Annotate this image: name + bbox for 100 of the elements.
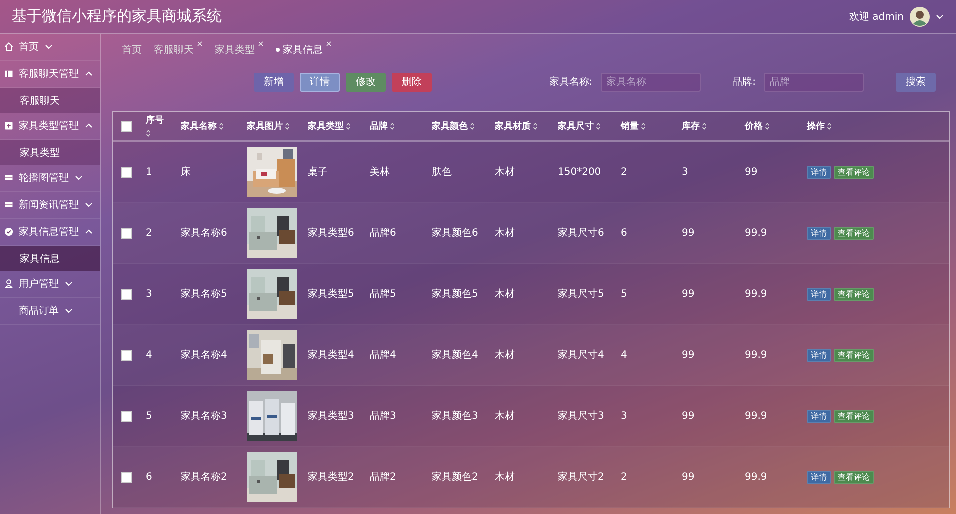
sidebar-item[interactable]: 用户管理 — [0, 271, 100, 298]
table-cell-text: 木材 — [495, 288, 515, 301]
sort-icon[interactable] — [219, 122, 224, 130]
search-field[interactable]: 品牌 — [764, 72, 864, 92]
sort-icon[interactable] — [390, 122, 395, 130]
view-comments-button[interactable]: 查看评论 — [834, 288, 874, 300]
table-cell-text: 家具类型5 — [308, 288, 354, 301]
column-header: 操作 — [807, 120, 825, 132]
table-cell-text: 木材 — [495, 470, 515, 484]
sort-icon[interactable] — [470, 122, 475, 130]
table-cell-text: 家具尺寸4 — [558, 348, 604, 362]
column-header: 销量 — [621, 120, 639, 132]
table-cell-text: 家具名称6 — [181, 226, 228, 240]
view-comments-button[interactable]: 查看评论 — [834, 348, 874, 362]
edit-button[interactable]: 修改 — [346, 72, 386, 92]
column-header: 库存 — [682, 120, 700, 132]
table-cell: 5 — [146, 410, 152, 422]
tab[interactable]: 首页 — [122, 43, 142, 57]
table-cell-text: 木材 — [495, 348, 515, 362]
add-button[interactable]: 新增 — [254, 72, 294, 92]
table-cell-text: 品牌3 — [370, 410, 396, 423]
checkbox[interactable] — [121, 472, 132, 482]
table-cell: 4 — [621, 350, 628, 360]
sort-icon[interactable] — [765, 122, 770, 130]
view-comments-button[interactable]: 查看评论 — [834, 166, 874, 178]
checkbox[interactable] — [121, 228, 132, 238]
column-header: 家具类型 — [308, 120, 344, 132]
search-button[interactable]: 搜索 — [896, 72, 936, 92]
sort-icon[interactable] — [146, 129, 151, 138]
table-cell: 1 — [146, 166, 152, 178]
view-comments-button[interactable]: 查看评论 — [834, 410, 874, 422]
sidebar-subitem[interactable]: 家具类型 — [0, 140, 100, 165]
chevron-down-icon[interactable] — [936, 12, 944, 20]
column-header: 家具尺寸 — [558, 120, 594, 132]
detail-button[interactable]: 详情 — [807, 410, 831, 422]
table-cell-text: 品牌2 — [370, 471, 396, 484]
column-header: 序号 — [146, 114, 164, 127]
table-cell: 5 — [621, 288, 628, 300]
sidebar-item[interactable]: 客服聊天管理 — [0, 61, 100, 88]
table-cell: 99.9 — [745, 228, 768, 238]
sidebar-item[interactable]: 首页 — [0, 34, 100, 61]
table-cell-text: 家具尺寸6 — [558, 226, 604, 240]
detail-button[interactable]: 详情 — [807, 470, 831, 484]
view-comments-button[interactable]: 查看评论 — [834, 226, 874, 240]
checkbox[interactable] — [121, 288, 132, 300]
tab[interactable]: 家具类型 — [215, 43, 264, 57]
table-cell: 4 — [146, 350, 152, 360]
delete-button[interactable]: 删除 — [392, 72, 432, 92]
menu-icon — [4, 200, 14, 210]
tab[interactable]: 家具信息 — [276, 43, 332, 57]
sidebar-item[interactable]: 商品订单 — [0, 298, 100, 325]
table-cell-text: 家具尺寸2 — [558, 470, 604, 484]
sort-icon[interactable] — [596, 122, 601, 130]
checkbox[interactable] — [121, 410, 132, 422]
sidebar-item[interactable]: 新闻资讯管理 — [0, 192, 100, 219]
table-cell-text: 家具名称4 — [181, 348, 228, 362]
close-icon[interactable] — [197, 41, 203, 47]
table-cell-text: 家具颜色2 — [432, 470, 478, 484]
checkbox[interactable] — [121, 166, 132, 178]
table-cell: 99 — [682, 472, 695, 482]
sort-icon[interactable] — [702, 122, 707, 130]
table-cell-text: 家具类型3 — [308, 410, 354, 423]
detail-button[interactable]: 详情 — [807, 166, 831, 178]
table-cell: 99 — [745, 166, 758, 178]
table-cell-text: 木材 — [495, 410, 515, 423]
filter-label: 家具名称: — [549, 76, 593, 89]
sidebar-subitem[interactable]: 客服聊天 — [0, 88, 100, 113]
sidebar-item[interactable]: 轮播图管理 — [0, 165, 100, 192]
table-cell-text: 床 — [181, 166, 191, 179]
close-icon[interactable] — [258, 41, 264, 47]
detail-button[interactable]: 详情 — [300, 72, 340, 92]
table-cell: 2 — [621, 166, 628, 178]
view-comments-button[interactable]: 查看评论 — [834, 470, 874, 484]
sort-icon[interactable] — [827, 122, 832, 130]
sidebar-subitem[interactable]: 家具信息 — [0, 246, 100, 271]
table-cell-text: 家具名称2 — [181, 470, 228, 484]
menu-icon — [4, 42, 14, 52]
sort-icon[interactable] — [285, 122, 290, 130]
table-cell: 99.9 — [745, 350, 768, 360]
search-field[interactable]: 家具名称 — [600, 72, 701, 92]
avatar[interactable] — [910, 6, 930, 26]
table-cell: 2 — [146, 228, 152, 238]
sort-icon[interactable] — [346, 122, 351, 130]
checkbox[interactable] — [121, 120, 132, 132]
table-cell-text: 肤色 — [432, 166, 452, 179]
tab[interactable]: 客服聊天 — [154, 43, 203, 57]
table-cell: 99 — [682, 350, 695, 360]
close-icon[interactable] — [326, 41, 332, 47]
sidebar-item[interactable]: 家具类型管理 — [0, 113, 100, 140]
sort-icon[interactable] — [641, 122, 646, 130]
table-cell: 3 — [682, 166, 688, 178]
checkbox[interactable] — [121, 350, 132, 360]
table-cell-text: 家具类型2 — [308, 470, 354, 484]
sidebar-item[interactable]: 家具信息管理 — [0, 219, 100, 246]
detail-button[interactable]: 详情 — [807, 288, 831, 300]
table-cell-text: 美林 — [370, 166, 390, 179]
detail-button[interactable]: 详情 — [807, 226, 831, 240]
sort-icon[interactable] — [533, 122, 538, 130]
detail-button[interactable]: 详情 — [807, 348, 831, 362]
table-cell-text: 品牌6 — [370, 227, 396, 240]
